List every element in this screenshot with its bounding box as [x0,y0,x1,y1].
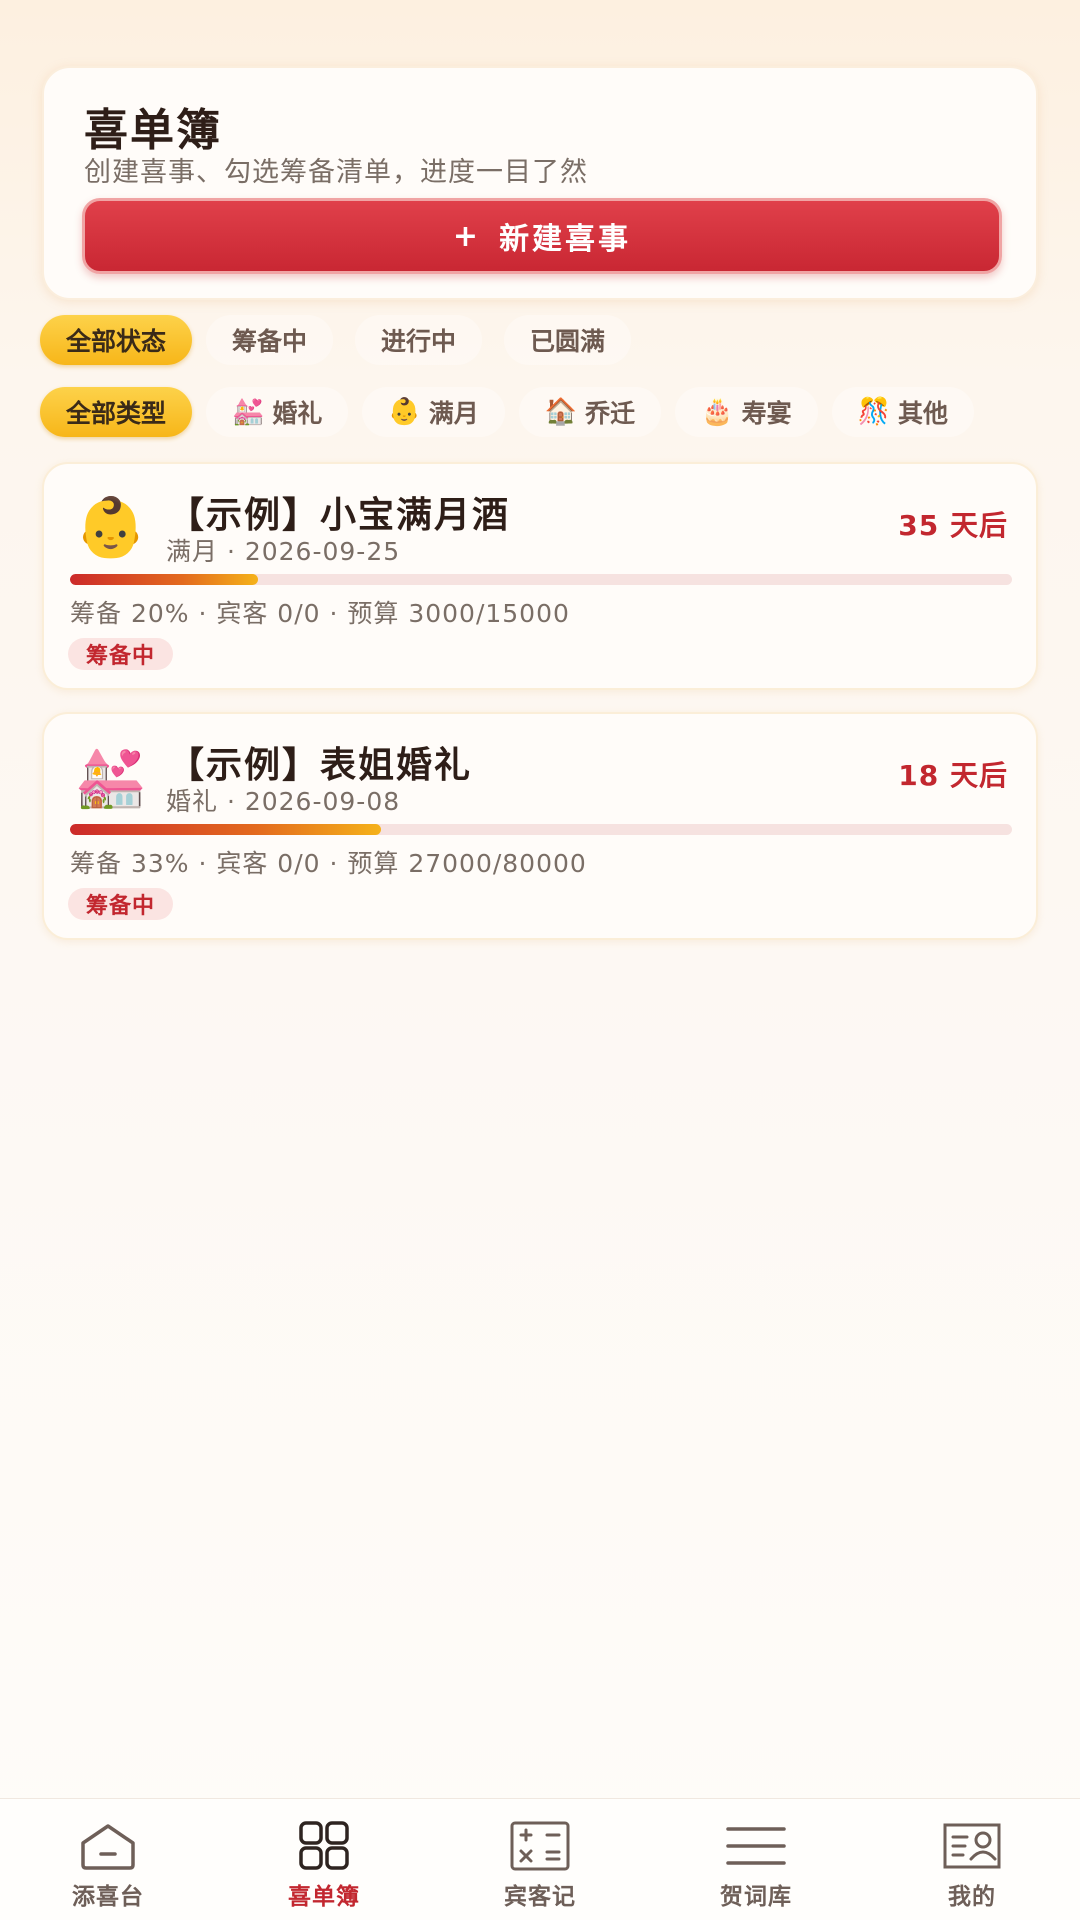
page-title: 喜单簿 [84,105,222,156]
profile-card-icon [943,1823,1001,1869]
progress-fill [70,824,381,835]
chip-label: 全部类型 [66,399,167,428]
tab-label: 我的 [948,1884,996,1910]
baby-icon: 👶 [388,397,421,427]
event-countdown: 18 天后 [898,759,1008,792]
menu-lines-icon [726,1827,786,1865]
home-icon [81,1824,135,1870]
tab-home[interactable]: 添喜台 [0,1799,216,1920]
header-card: 喜单簿 创建喜事、勾选筹备清单，进度一目了然 + 新建喜事 [42,66,1038,300]
bottom-tab-bar: 添喜台 喜单簿 宾客记 贺词库 我的 [0,1798,1080,1920]
filter-type-other[interactable]: 🎊 其他 [831,387,974,437]
tab-guests[interactable]: 宾客记 [432,1799,648,1920]
progress-bar [70,824,1012,835]
chip-label: 满月 [428,399,479,428]
chip-label: 乔迁 [585,399,636,428]
status-badge: 筹备中 [68,638,174,670]
event-card[interactable]: 👶 【示例】小宝满月酒 满月 · 2026-09-25 35 天后 筹备 20%… [42,462,1038,690]
tab-label: 喜单簿 [288,1884,360,1910]
chip-label: 婚礼 [272,399,323,428]
tab-label: 贺词库 [720,1884,792,1910]
filter-status-preparing[interactable]: 筹备中 [206,315,334,365]
new-event-button-label: 新建喜事 [499,222,632,257]
baby-icon: 👶 [74,493,148,561]
tab-greetings[interactable]: 贺词库 [648,1799,864,1920]
event-title: 【示例】小宝满月酒 [168,495,511,536]
tab-mine[interactable]: 我的 [864,1799,1080,1920]
page-subtitle: 创建喜事、勾选筹备清单，进度一目了然 [84,157,588,188]
chip-label: 寿宴 [741,399,792,428]
status-filter-row: 全部状态 筹备中 进行中 已圆满 [40,314,632,366]
tab-label: 宾客记 [504,1884,576,1910]
filter-type-wedding[interactable]: 💒 婚礼 [206,387,349,437]
tab-label: 添喜台 [72,1884,144,1910]
chip-label: 已圆满 [530,327,606,356]
event-countdown: 35 天后 [898,509,1008,542]
filter-type-fullmonth[interactable]: 👶 满月 [362,387,505,437]
filter-status-all[interactable]: 全部状态 [40,315,193,365]
chip-label: 筹备中 [232,327,308,356]
chip-label: 其他 [897,399,948,428]
event-subtitle: 婚礼 · 2026-09-08 [166,787,401,816]
new-event-button[interactable]: + 新建喜事 [82,198,1002,274]
event-stats: 筹备 20% · 宾客 0/0 · 预算 3000/15000 [70,599,570,628]
chip-label: 进行中 [381,327,457,356]
filter-type-birthday[interactable]: 🎂 寿宴 [675,387,818,437]
chip-label: 全部状态 [66,327,167,356]
birthday-cake-icon: 🎂 [701,397,734,427]
event-card[interactable]: 💒 【示例】表姐婚礼 婚礼 · 2026-09-08 18 天后 筹备 33% … [42,712,1038,940]
wedding-chapel-icon: 💒 [232,397,265,427]
grid-icon [299,1821,349,1870]
filter-status-ongoing[interactable]: 进行中 [355,315,483,365]
filter-type-housewarming[interactable]: 🏠 乔迁 [518,387,662,437]
type-filter-row: 全部类型 💒 婚礼 👶 满月 🏠 乔迁 🎂 寿宴 🎊 其他 [40,386,974,438]
calculator-icon [510,1821,570,1871]
plus-icon: + [452,218,482,254]
house-icon: 🏠 [544,397,578,427]
tab-list[interactable]: 喜单簿 [216,1799,432,1920]
event-title: 【示例】表姐婚礼 [168,745,473,786]
filter-status-completed[interactable]: 已圆满 [504,315,632,365]
wedding-chapel-icon: 💒 [74,743,148,811]
confetti-icon: 🎊 [857,397,890,427]
filter-type-all[interactable]: 全部类型 [40,387,193,437]
event-stats: 筹备 33% · 宾客 0/0 · 预算 27000/80000 [70,849,587,878]
progress-fill [70,574,259,585]
event-subtitle: 满月 · 2026-09-25 [166,537,401,566]
progress-bar [70,574,1012,585]
status-badge: 筹备中 [68,888,174,920]
